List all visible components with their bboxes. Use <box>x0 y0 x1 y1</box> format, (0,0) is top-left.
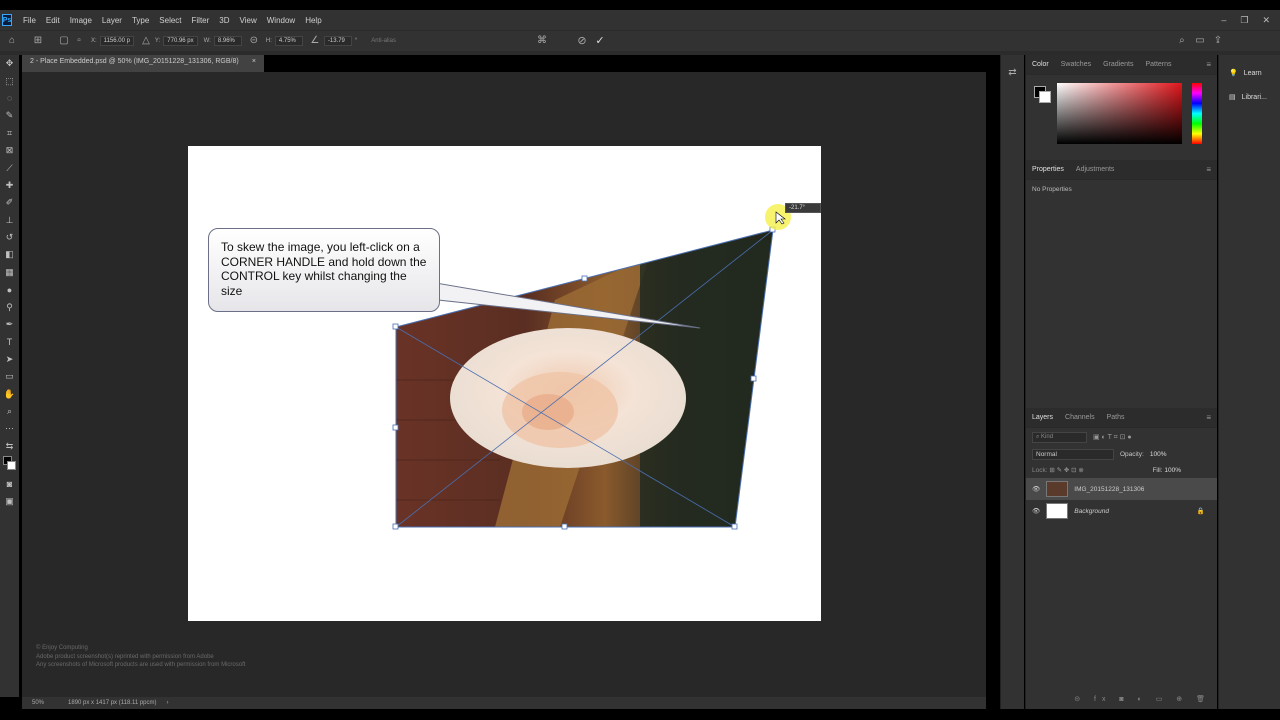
layer-name[interactable]: IMG_20151228_131306 <box>1074 486 1144 493</box>
instruction-callout: To skew the image, you left-click on a C… <box>208 228 440 312</box>
handle-bottom-right <box>731 523 738 530</box>
layer-name[interactable]: Background <box>1074 508 1109 515</box>
libraries-panel-button[interactable]: ▤ Librari... <box>1219 77 1280 102</box>
layer-row-image[interactable]: 👁 IMG_20151228_131306 <box>1026 478 1217 500</box>
tab-color[interactable]: Color <box>1026 61 1055 68</box>
layers-panel-header: Layers Channels Paths ≡ <box>1026 408 1217 428</box>
handle-middle-left <box>392 424 399 431</box>
zoom-level[interactable]: 50% <box>32 700 44 706</box>
layer-lock-icon[interactable]: 🔒 <box>1197 507 1205 515</box>
layers-menu-icon[interactable]: ≡ <box>1206 413 1211 422</box>
copyright-line-2: Adobe product screenshot(s) reprinted wi… <box>36 653 214 660</box>
layer-filter-icons[interactable]: ▣ ◐ T ⌗ ⊡ ● <box>1093 433 1132 442</box>
angle-readout: -21.7° <box>785 203 821 213</box>
layer-thumbnail <box>1046 503 1069 519</box>
background-color-swatch[interactable] <box>1039 91 1051 103</box>
fill-value[interactable]: 100% <box>1164 467 1181 474</box>
lock-icons[interactable]: ⊞ ✎ ✥ ⊡ ⊗ <box>1049 467 1083 474</box>
panel-menu-icon[interactable]: ≡ <box>1206 60 1211 69</box>
handle-top-middle <box>581 275 588 282</box>
opacity-value[interactable]: 100% <box>1150 451 1167 458</box>
learn-panel-button[interactable]: 💡 Learn <box>1219 55 1280 78</box>
lock-label: Lock: <box>1032 467 1048 474</box>
tab-channels[interactable]: Channels <box>1059 414 1101 421</box>
tab-patterns[interactable]: Patterns <box>1139 61 1177 68</box>
libraries-icon: ▤ <box>1229 94 1236 101</box>
visibility-eye-icon[interactable]: 👁 <box>1032 507 1040 515</box>
properties-menu-icon[interactable]: ≡ <box>1206 165 1211 174</box>
document-size: 1890 px x 1417 px (118.11 ppcm) <box>68 700 157 706</box>
handle-middle-right <box>750 375 757 382</box>
bottom-band <box>0 709 1280 720</box>
copyright-line-1: © Enjoy Computing <box>36 645 88 651</box>
layer-filter-kind[interactable]: ⌕ Kind <box>1032 432 1087 443</box>
tab-layers[interactable]: Layers <box>1026 414 1059 421</box>
handle-top-left <box>392 323 399 330</box>
color-field[interactable] <box>1057 83 1182 144</box>
status-menu-arrow-icon[interactable]: › <box>167 700 169 706</box>
history-panel-icon[interactable]: ⇄ <box>1001 67 1024 78</box>
tab-properties[interactable]: Properties <box>1026 166 1070 173</box>
handle-bottom-left <box>392 523 399 530</box>
panel-icon-column: ⇄ <box>1000 55 1024 709</box>
copyright-line-3: Any screenshots of Microsoft products ar… <box>36 662 246 668</box>
right-panel-dock: Color Swatches Gradients Patterns ≡ Prop… <box>1025 55 1217 709</box>
lightbulb-icon: 💡 <box>1229 70 1238 77</box>
fill-label: Fill: <box>1152 466 1163 474</box>
properties-panel-body: No Properties <box>1026 180 1217 408</box>
color-panel-body <box>1026 75 1217 160</box>
tab-adjustments[interactable]: Adjustments <box>1070 166 1121 173</box>
callout-text: To skew the image, you left-click on a C… <box>221 240 427 298</box>
no-properties-text: No Properties <box>1032 186 1072 193</box>
layer-thumbnail <box>1046 481 1069 497</box>
status-bar: 50% 1890 px x 1417 px (118.11 ppcm) › <box>22 697 986 709</box>
layer-row-background[interactable]: 👁 Background 🔒 <box>1026 500 1217 522</box>
visibility-eye-icon[interactable]: 👁 <box>1032 485 1040 493</box>
tab-gradients[interactable]: Gradients <box>1097 61 1139 68</box>
handle-bottom-middle <box>561 523 568 530</box>
hue-slider[interactable] <box>1192 83 1202 144</box>
properties-panel-header: Properties Adjustments ≡ <box>1026 160 1217 180</box>
blend-mode-select[interactable]: Normal <box>1032 449 1114 460</box>
layers-footer-icons[interactable]: ⊝ fx ◙ ◐ ▭ ⊕ 🗑 <box>1074 695 1211 703</box>
copyright-note: © Enjoy Computing Adobe product screensh… <box>36 644 245 670</box>
tab-paths[interactable]: Paths <box>1101 414 1131 421</box>
tab-swatches[interactable]: Swatches <box>1055 61 1097 68</box>
color-panel-header: Color Swatches Gradients Patterns ≡ <box>1026 55 1217 75</box>
placed-photo[interactable] <box>390 225 780 535</box>
far-right-panel: 💡 Learn ▤ Librari... <box>1218 55 1280 709</box>
opacity-label: Opacity: <box>1120 451 1144 458</box>
